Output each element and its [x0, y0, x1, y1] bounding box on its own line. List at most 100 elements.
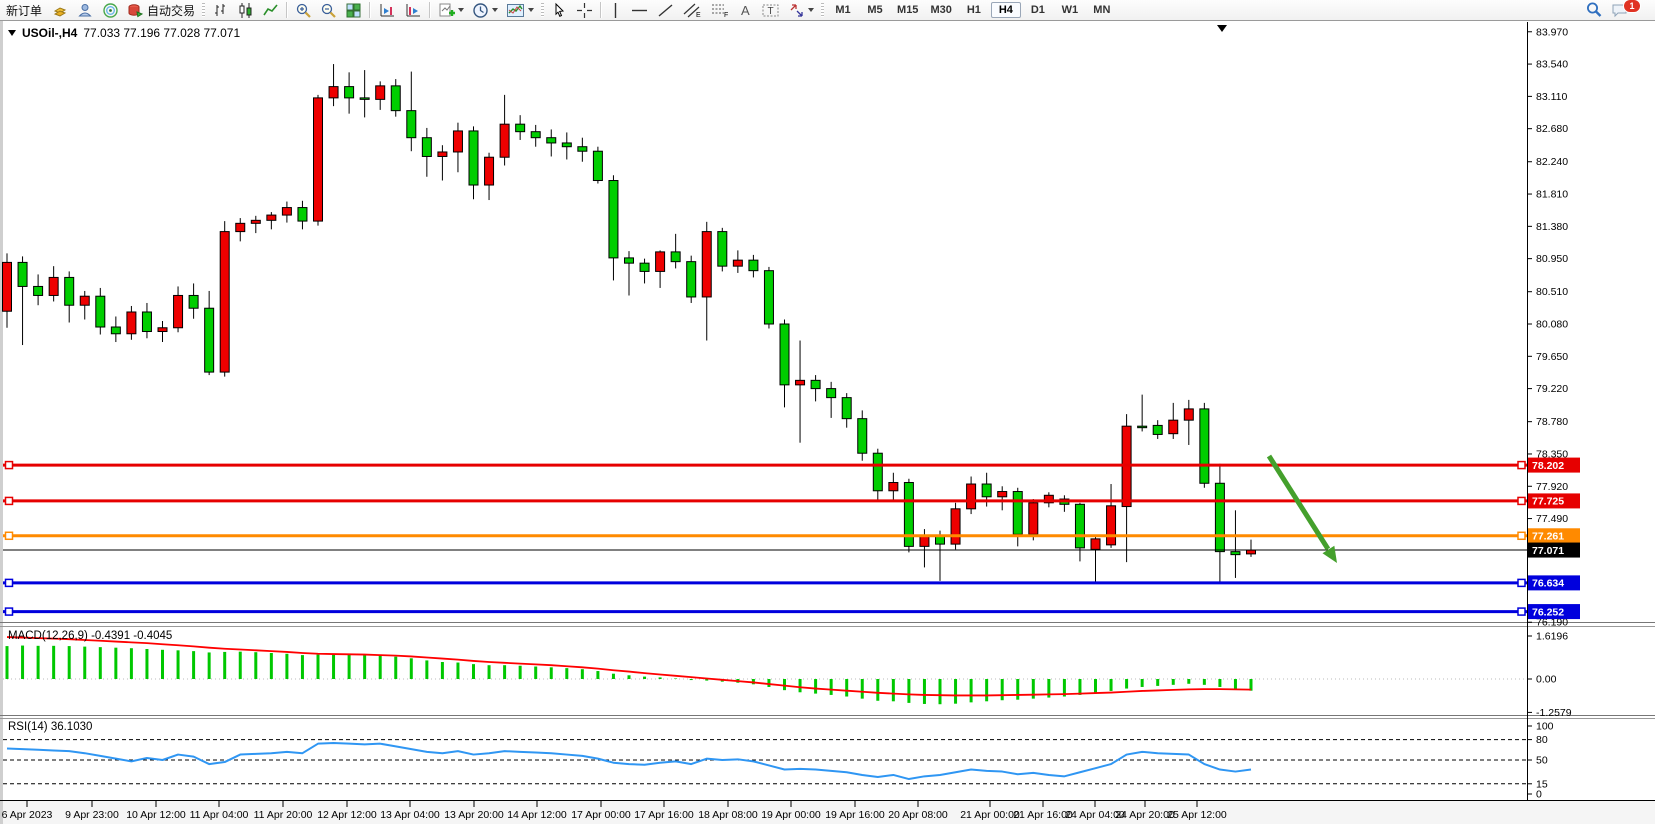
price-axis-label: 81.810	[1536, 189, 1568, 201]
price-badge-label: 76.634	[1532, 578, 1564, 590]
candle-body	[1138, 426, 1147, 428]
auto-scroll-button[interactable]	[400, 1, 426, 19]
vertical-line-tool-button[interactable]	[605, 1, 626, 19]
candle-body	[920, 536, 929, 547]
time-axis-label: 17 Apr 16:00	[634, 809, 694, 821]
candle-body	[314, 98, 323, 221]
line-anchor-handle[interactable]	[6, 608, 13, 615]
price-badge-label: 77.071	[1532, 545, 1564, 557]
line-anchor-handle[interactable]	[6, 462, 13, 469]
cursor-tool-button[interactable]	[547, 1, 572, 19]
timeframe-button-m5[interactable]: M5	[860, 2, 890, 18]
timeframe-button-h1[interactable]: H1	[959, 2, 989, 18]
candle-body	[998, 492, 1007, 497]
autotrade-button[interactable]: 自动交易	[123, 1, 199, 19]
accounts-icon[interactable]	[73, 1, 98, 19]
time-axis-label: 17 Apr 00:00	[571, 809, 631, 821]
zoom-in-icon	[295, 2, 312, 19]
timeframe-button-mn[interactable]: MN	[1087, 2, 1117, 18]
equidistant-channel-icon: E	[682, 2, 702, 19]
time-axis-label: 25 Apr 12:00	[1167, 809, 1227, 821]
timeframe-button-d1[interactable]: D1	[1023, 2, 1053, 18]
candle-body	[578, 147, 587, 152]
line-anchor-handle[interactable]	[1518, 532, 1525, 539]
zoom-in-button[interactable]	[291, 1, 316, 19]
chart-canvas[interactable]: 83.97083.54083.11082.68082.24081.81081.3…	[0, 20, 1655, 824]
mt4-window: 新订单 自动交易	[0, 0, 1655, 824]
fibonacci-tool-button[interactable]: F	[706, 1, 734, 19]
chevron-down-icon[interactable]	[458, 8, 464, 12]
auto-scroll-icon	[404, 2, 422, 19]
line-anchor-handle[interactable]	[1518, 497, 1525, 504]
candle-body	[1075, 504, 1084, 548]
candle-body	[1153, 425, 1162, 434]
autotrade-icon	[127, 2, 144, 19]
search-button[interactable]	[1581, 1, 1607, 19]
line-anchor-handle[interactable]	[1518, 608, 1525, 615]
candle-body	[158, 328, 167, 332]
templates-button[interactable]	[502, 1, 538, 19]
time-axis-label: 14 Apr 12:00	[507, 809, 567, 821]
macd-axis-label: 0.00	[1536, 674, 1557, 686]
time-axis-label: 10 Apr 12:00	[126, 809, 186, 821]
chevron-down-icon[interactable]	[808, 8, 814, 12]
chart-background	[0, 20, 1655, 824]
candlestick-chart-button[interactable]	[233, 1, 258, 19]
new-order-button[interactable]: 新订单	[0, 1, 48, 19]
channel-tool-button[interactable]: E	[678, 1, 706, 19]
line-chart-button[interactable]	[258, 1, 283, 19]
price-axis-label: 78.780	[1536, 416, 1568, 428]
indicators-button[interactable]	[434, 1, 468, 19]
timeframe-button-m30[interactable]: M30	[925, 2, 956, 18]
signals-icon[interactable]	[98, 1, 123, 19]
zoom-out-button[interactable]	[316, 1, 341, 19]
candle-body	[1200, 409, 1209, 483]
gold-bars-glyph	[52, 2, 69, 19]
text-label-tool-button[interactable]: T	[757, 1, 784, 19]
line-anchor-handle[interactable]	[1518, 462, 1525, 469]
horizontal-line-tool-button[interactable]	[626, 1, 653, 19]
candle-body	[842, 398, 851, 419]
periods-button[interactable]	[468, 1, 502, 19]
chevron-down-icon[interactable]	[492, 8, 498, 12]
horizontal-line-icon	[630, 2, 649, 19]
line-anchor-handle[interactable]	[6, 497, 13, 504]
candle-body	[407, 111, 416, 138]
time-axis-label: 24 Apr 20:00	[1115, 809, 1175, 821]
line-anchor-handle[interactable]	[6, 532, 13, 539]
candle-body	[1184, 409, 1193, 420]
time-axis-label: 18 Apr 08:00	[698, 809, 758, 821]
arrows-tool-button[interactable]	[784, 1, 818, 19]
time-axis-label: 12 Apr 12:00	[317, 809, 377, 821]
candle-body	[858, 419, 867, 454]
candle-body	[796, 380, 805, 385]
chart-shift-button[interactable]	[374, 1, 400, 19]
line-anchor-handle[interactable]	[6, 579, 13, 586]
text-tool-button[interactable]: A	[734, 1, 757, 19]
candle-body	[671, 252, 680, 262]
timeframe-button-m15[interactable]: M15	[892, 2, 923, 18]
chart-shift-icon	[378, 2, 396, 19]
bar-chart-button[interactable]	[208, 1, 233, 19]
chevron-down-icon[interactable]	[528, 8, 534, 12]
one-click-trading-toggle-icon[interactable]	[8, 30, 16, 36]
timeframe-group: M1M5M15M30H1H4D1W1MN	[827, 2, 1118, 18]
time-axis-label: 13 Apr 20:00	[444, 809, 504, 821]
timeframe-button-m1[interactable]: M1	[828, 2, 858, 18]
price-axis-label: 83.540	[1536, 59, 1568, 71]
price-axis-label: 81.380	[1536, 221, 1568, 233]
price-axis-label: 79.650	[1536, 351, 1568, 363]
candle-body	[1231, 552, 1240, 555]
trendline-tool-button[interactable]	[653, 1, 678, 19]
candle-body	[329, 87, 338, 98]
line-anchor-handle[interactable]	[1518, 579, 1525, 586]
candle-body	[1091, 539, 1100, 550]
timeframe-button-h4[interactable]: H4	[991, 2, 1021, 18]
gold-bars-icon[interactable]	[48, 1, 73, 19]
trendline-icon	[657, 2, 674, 19]
tile-windows-button[interactable]	[341, 1, 366, 19]
timeframe-button-w1[interactable]: W1	[1055, 2, 1085, 18]
crosshair-tool-button[interactable]	[572, 1, 597, 19]
chat-button[interactable]: 1	[1607, 1, 1651, 19]
macd-axis-label: 1.6196	[1536, 630, 1568, 642]
